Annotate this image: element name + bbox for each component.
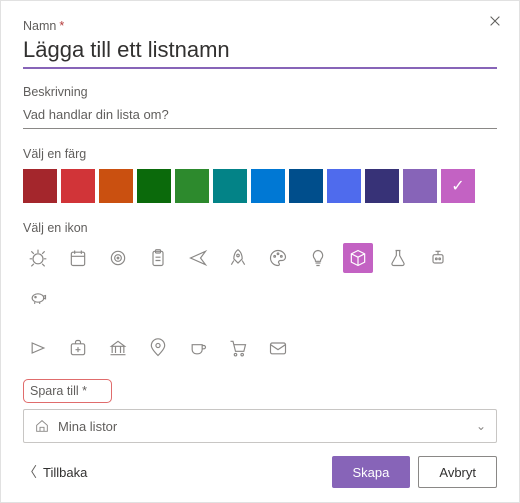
palette-icon[interactable] — [263, 243, 293, 273]
color-swatch-pink[interactable] — [441, 169, 475, 203]
color-swatch-green[interactable] — [137, 169, 171, 203]
flask-icon[interactable] — [383, 243, 413, 273]
icon-grid — [23, 243, 483, 363]
cart-icon[interactable] — [223, 333, 253, 363]
description-label: Beskrivning — [23, 85, 497, 99]
footer: 〈 Tillbaka Skapa Avbryt — [23, 456, 497, 488]
home-icon — [34, 418, 50, 434]
color-swatch-red[interactable] — [61, 169, 95, 203]
color-swatch-indigo[interactable] — [327, 169, 361, 203]
back-button[interactable]: 〈 Tillbaka — [23, 462, 87, 482]
choose-color-label: Välj en färg — [23, 147, 497, 161]
color-swatch-teal[interactable] — [213, 169, 247, 203]
cube-icon[interactable] — [343, 243, 373, 273]
description-input[interactable] — [23, 103, 497, 129]
calendar-icon[interactable] — [63, 243, 93, 273]
color-swatch-dark-blue[interactable] — [289, 169, 323, 203]
firstaid-icon[interactable] — [63, 333, 93, 363]
close-button[interactable] — [485, 11, 505, 31]
color-swatch-orange[interactable] — [99, 169, 133, 203]
create-list-panel: Namn* Beskrivning Välj en färg Välj en i… — [0, 0, 520, 503]
chevron-down-icon: ⌄ — [476, 419, 486, 433]
bug-icon[interactable] — [23, 243, 53, 273]
color-row — [23, 169, 497, 203]
create-button[interactable]: Skapa — [332, 456, 411, 488]
color-swatch-dark-red[interactable] — [23, 169, 57, 203]
color-swatch-dark-purple[interactable] — [365, 169, 399, 203]
chevron-left-icon: 〈 — [23, 462, 37, 482]
clipboard-icon[interactable] — [143, 243, 173, 273]
rocket-icon[interactable] — [223, 243, 253, 273]
save-to-value: Mina listor — [58, 419, 117, 434]
target-icon[interactable] — [103, 243, 133, 273]
cancel-button[interactable]: Avbryt — [418, 456, 497, 488]
playlist-icon[interactable] — [23, 333, 53, 363]
color-swatch-purple[interactable] — [403, 169, 437, 203]
color-swatch-bright-green[interactable] — [175, 169, 209, 203]
robot-icon[interactable] — [423, 243, 453, 273]
bank-icon[interactable] — [103, 333, 133, 363]
mail-icon[interactable] — [263, 333, 293, 363]
save-to-label: Spara till * — [23, 379, 112, 403]
name-input[interactable] — [23, 37, 497, 69]
choose-icon-label: Välj en ikon — [23, 221, 497, 235]
save-to-select[interactable]: Mina listor ⌄ — [23, 409, 497, 443]
lightbulb-icon[interactable] — [303, 243, 333, 273]
location-icon[interactable] — [143, 333, 173, 363]
piggybank-icon[interactable] — [23, 283, 53, 313]
color-swatch-blue[interactable] — [251, 169, 285, 203]
name-label: Namn* — [23, 19, 497, 33]
coffee-icon[interactable] — [183, 333, 213, 363]
airplane-icon[interactable] — [183, 243, 213, 273]
